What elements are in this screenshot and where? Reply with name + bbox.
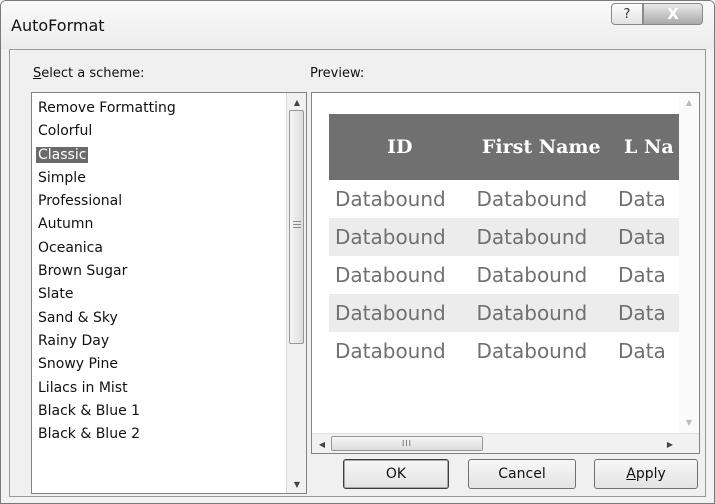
preview-data-row: Databound Databound Data: [329, 294, 680, 332]
apply-access-key: A: [626, 466, 636, 482]
apply-button[interactable]: Apply: [594, 459, 698, 489]
preview-pane: ID First Name L Na Databound Databound Dat…: [311, 92, 700, 454]
preview-column-header: First Name: [470, 114, 612, 180]
preview-header-row: ID First Name L Na: [329, 114, 680, 180]
scheme-item-label: Colorful: [38, 123, 93, 140]
preview-viewport: ID First Name L Na Databound Databound Dat…: [312, 93, 680, 433]
scheme-listbox[interactable]: Remove Formatting Colorful Classic Simple Pr…: [31, 92, 307, 494]
scheme-item-label: Lilacs in Mist: [38, 379, 128, 396]
preview-cell: Databound: [476, 339, 588, 363]
scheme-item-label: Sand & Sky: [38, 309, 118, 326]
scheme-item-label: Slate: [38, 286, 74, 303]
scheme-item-label: Black & Blue 1: [38, 402, 141, 419]
scheme-list-item[interactable]: Classic: [36, 144, 287, 167]
preview-column-header: L Na: [612, 114, 680, 180]
scheme-label: Select a scheme:: [33, 66, 145, 81]
preview-cell: Databound: [476, 263, 588, 287]
scheme-list-item[interactable]: Professional: [38, 190, 287, 213]
scheme-list-item[interactable]: Snowy Pine: [38, 353, 287, 376]
scheme-list-items: Remove Formatting Colorful Classic Simple Pr…: [32, 93, 287, 493]
scroll-grip-icon: III: [401, 439, 413, 448]
help-button[interactable]: ?: [611, 3, 643, 25]
scroll-up-arrow-icon[interactable]: ▲: [287, 93, 307, 111]
scheme-list-item[interactable]: Black & Blue 1: [38, 400, 287, 423]
preview-data-row: Databound Databound Data: [329, 332, 680, 370]
preview-cell: Databound: [329, 218, 471, 256]
scheme-list-item[interactable]: Sand & Sky: [38, 307, 287, 330]
preview-cell: Databound: [329, 294, 471, 332]
scheme-item-label: Classic: [36, 146, 89, 163]
preview-scroll-thumb[interactable]: III: [331, 436, 483, 451]
preview-cell: Data: [618, 263, 666, 287]
scheme-label-text: elect a scheme:: [41, 66, 145, 81]
preview-label: Preview:: [310, 66, 365, 81]
preview-scroll-down-icon[interactable]: ▼: [679, 413, 699, 431]
window-title: AutoFormat: [11, 16, 105, 35]
preview-cell: Databound: [470, 294, 612, 332]
preview-horizontal-scrollbar[interactable]: ◀ III ▶: [312, 433, 699, 453]
scheme-list-scrollbar[interactable]: ▲ ▼: [286, 93, 306, 493]
preview-cell: Data: [618, 187, 666, 211]
ok-button[interactable]: OK: [343, 459, 449, 489]
scheme-list-item[interactable]: Remove Formatting: [38, 97, 287, 120]
preview-cell: Databound: [335, 187, 446, 211]
preview-cell: Data: [618, 339, 666, 363]
scroll-down-arrow-icon[interactable]: ▼: [287, 475, 307, 493]
scheme-list-item[interactable]: Brown Sugar: [38, 260, 287, 283]
scheme-list-item[interactable]: Simple: [38, 167, 287, 190]
autoformat-dialog: AutoFormat ? X Select a scheme: Preview:…: [0, 0, 715, 504]
scheme-list-item[interactable]: Slate: [38, 283, 287, 306]
scheme-item-label: Snowy Pine: [38, 356, 119, 373]
title-bar: AutoFormat ? X: [1, 1, 714, 49]
scheme-item-label: Brown Sugar: [38, 263, 128, 280]
scroll-left-arrow-icon[interactable]: ◀: [312, 434, 332, 453]
preview-data-row: Databound Databound Data: [329, 256, 680, 294]
preview-data-row: Databound Databound Data: [329, 218, 680, 256]
scroll-right-arrow-icon[interactable]: ▶: [660, 434, 680, 453]
scheme-list-scroll-thumb[interactable]: [289, 110, 304, 344]
preview-scroll-up-icon[interactable]: ▲: [679, 93, 699, 111]
preview-cell: Data: [612, 294, 680, 332]
scheme-list-item[interactable]: Lilacs in Mist: [38, 377, 287, 400]
scheme-item-label: Rainy Day: [38, 332, 110, 349]
close-icon: X: [667, 5, 679, 23]
preview-cell: Databound: [335, 339, 446, 363]
preview-cell: Databound: [476, 187, 588, 211]
scheme-list-item[interactable]: Black & Blue 2: [38, 423, 287, 446]
scheme-list-item[interactable]: Colorful: [38, 120, 287, 143]
preview-data-row: Databound Databound Data: [329, 180, 680, 218]
help-icon: ?: [623, 6, 631, 22]
preview-column-header: ID: [329, 114, 471, 180]
preview-cell: Data: [612, 218, 680, 256]
apply-label-text: pply: [635, 466, 666, 482]
scheme-item-label: Remove Formatting: [38, 100, 176, 116]
preview-grid: ID First Name L Na Databound Databound Dat…: [329, 114, 680, 370]
preview-vertical-scrollbar[interactable]: ▲ ▼: [679, 93, 699, 433]
scheme-item-label: Professional: [38, 193, 123, 210]
preview-cell: Databound: [470, 218, 612, 256]
scheme-item-label: Simple: [38, 169, 86, 186]
scheme-list-item[interactable]: Oceanica: [38, 237, 287, 260]
scheme-item-label: Autumn: [38, 216, 94, 233]
dialog-body: Select a scheme: Preview: Remove Formatt…: [9, 49, 706, 497]
preview-cell: Databound: [335, 263, 446, 287]
scheme-list-item[interactable]: Autumn: [38, 213, 287, 236]
scheme-item-label: Oceanica: [38, 239, 103, 256]
close-button[interactable]: X: [643, 3, 703, 25]
scheme-item-label: Black & Blue 2: [38, 426, 141, 443]
cancel-button[interactable]: Cancel: [468, 459, 576, 489]
scheme-list-item[interactable]: Rainy Day: [38, 330, 287, 353]
